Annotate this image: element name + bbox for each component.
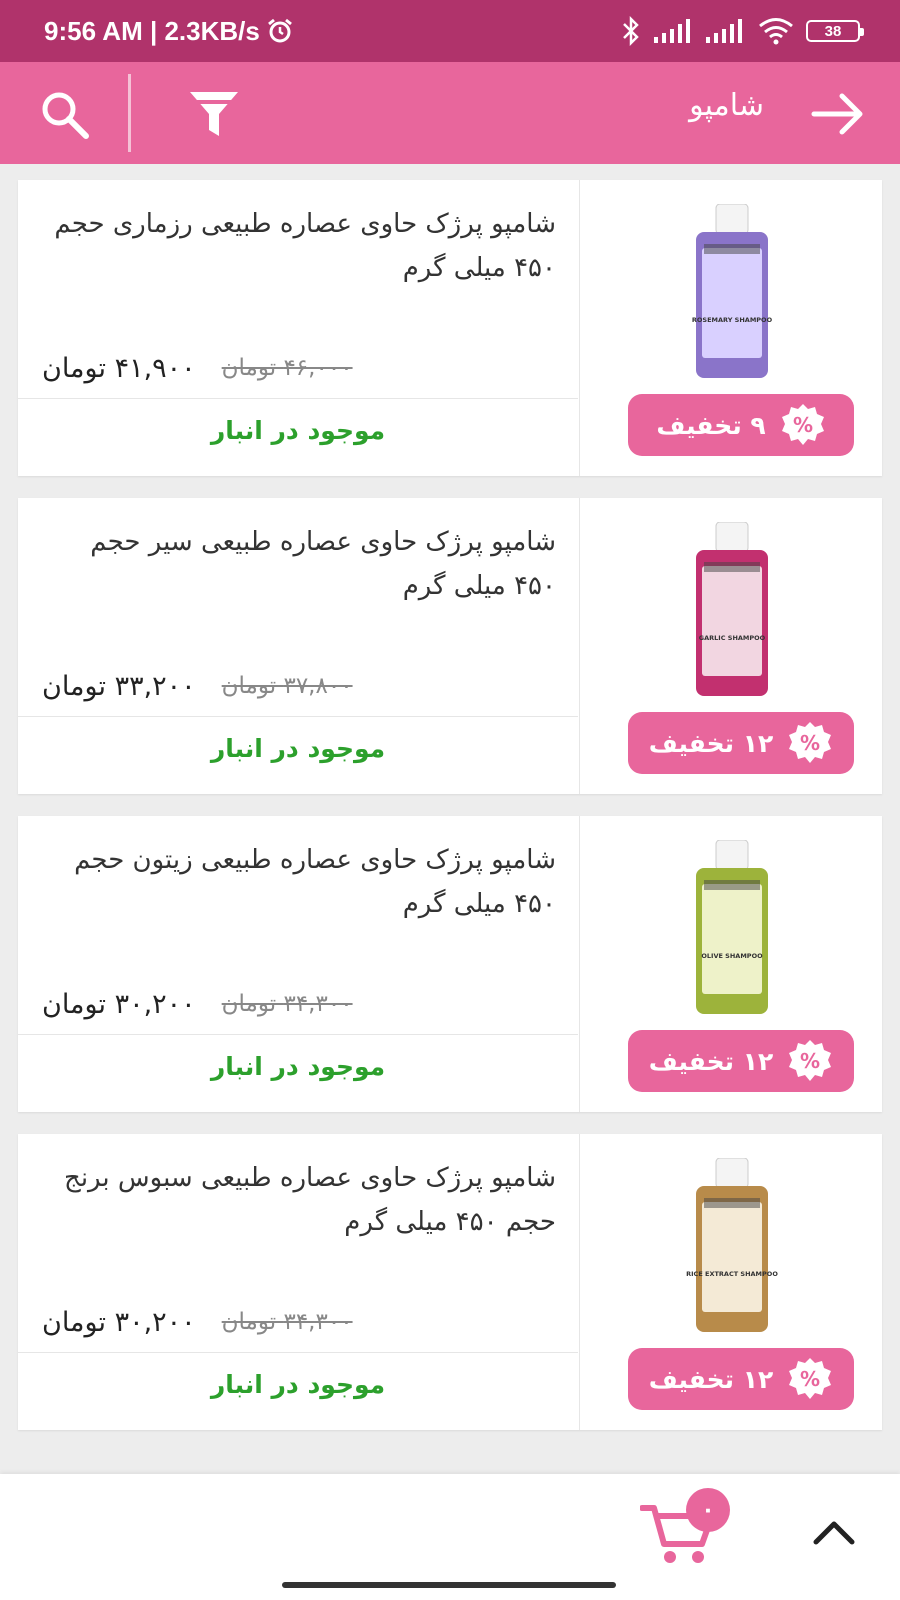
product-media: RICE EXTRACT SHAMPOO % ۱۲ تخفیف (579, 1134, 882, 1430)
svg-text:%: % (800, 731, 820, 755)
svg-text:OLIVE SHAMPOO: OLIVE SHAMPOO (701, 952, 763, 960)
product-info: شامپو پرژک حاوی عصاره طبیعی سبوس برنج حج… (18, 1134, 578, 1430)
signal-icon (654, 19, 690, 43)
product-image[interactable]: OLIVE SHAMPOO (672, 840, 792, 1016)
bottom-bar: ۰ (0, 1474, 900, 1600)
product-media: GARLIC SHAMPOO % ۱۲ تخفیف (579, 498, 882, 794)
product-card[interactable]: شامپو پرژک حاوی عصاره طبیعی سبوس برنج حج… (18, 1134, 882, 1430)
filter-icon[interactable] (186, 86, 242, 142)
divider (18, 1034, 578, 1035)
status-bar: 9:56 AM | 2.3KB/s 38 (0, 0, 900, 62)
status-time: 9:56 AM | 2.3KB/s (44, 15, 260, 46)
product-info: شامپو پرژک حاوی عصاره طبیعی رزماری حجم ۴… (18, 180, 578, 476)
battery-icon: 38 (806, 20, 864, 42)
percent-icon: % (781, 404, 824, 445)
discount-badge: % ۹ تخفیف (628, 394, 854, 456)
product-card[interactable]: شامپو پرژک حاوی عصاره طبیعی سیر حجم ۴۵۰ … (18, 498, 882, 794)
percent-icon: % (789, 1358, 832, 1399)
page-title: شامپو (689, 88, 764, 123)
divider (18, 1352, 578, 1353)
product-title[interactable]: شامپو پرژک حاوی عصاره طبیعی سبوس برنج حج… (46, 1156, 556, 1244)
discount-badge: % ۱۲ تخفیف (628, 1348, 854, 1410)
alarm-icon (267, 18, 292, 43)
svg-text:RICE EXTRACT SHAMPOO: RICE EXTRACT SHAMPOO (686, 1270, 778, 1278)
signal-icon-2 (706, 19, 742, 43)
product-image[interactable]: ROSEMARY SHAMPOO (672, 204, 792, 380)
product-card[interactable]: شامپو پرژک حاوی عصاره طبیعی رزماری حجم ۴… (18, 180, 882, 476)
product-old-price: ۳۴,۳۰۰ تومان (221, 991, 353, 1017)
divider (18, 716, 578, 717)
svg-text:%: % (800, 1049, 820, 1073)
app-toolbar: شامپو (0, 62, 900, 164)
percent-icon: % (789, 1040, 832, 1081)
discount-text: ۱۲ تخفیف (648, 1364, 774, 1394)
product-image[interactable]: RICE EXTRACT SHAMPOO (672, 1158, 792, 1334)
svg-text:ROSEMARY SHAMPOO: ROSEMARY SHAMPOO (692, 316, 773, 324)
price-row: ۴۱,۹۰۰ تومان ۴۶,۰۰۰ تومان (42, 346, 562, 390)
stock-status: موجود در انبار (210, 1052, 386, 1081)
product-media: ROSEMARY SHAMPOO % ۹ تخفیف (579, 180, 882, 476)
cart-count-badge: ۰ (686, 1488, 730, 1532)
stock-status: موجود در انبار (210, 416, 386, 445)
divider (18, 398, 578, 399)
product-price: ۴۱,۹۰۰ تومان (42, 352, 196, 384)
discount-badge: % ۱۲ تخفیف (628, 712, 854, 774)
discount-badge: % ۱۲ تخفیف (628, 1030, 854, 1092)
product-old-price: ۳۴,۳۰۰ تومان (221, 1309, 353, 1335)
discount-text: ۱۲ تخفیف (648, 1046, 774, 1076)
product-list: شامپو پرژک حاوی عصاره طبیعی رزماری حجم ۴… (18, 180, 882, 1452)
back-arrow-icon[interactable] (808, 86, 868, 142)
toolbar-divider (128, 74, 131, 152)
product-price: ۳۰,۲۰۰ تومان (42, 1306, 196, 1338)
discount-text: ۹ تخفیف (656, 410, 766, 440)
discount-text: ۱۲ تخفیف (648, 728, 774, 758)
battery-level: 38 (824, 22, 842, 40)
product-price: ۳۳,۲۰۰ تومان (42, 670, 196, 702)
chevron-up-icon[interactable] (810, 1516, 858, 1548)
wifi-icon (759, 18, 793, 45)
product-old-price: ۳۷,۸۰۰ تومان (221, 673, 353, 699)
svg-text:%: % (793, 413, 813, 437)
home-indicator (282, 1582, 616, 1588)
percent-icon: % (789, 722, 832, 763)
search-icon[interactable] (36, 86, 92, 142)
price-row: ۳۰,۲۰۰ تومان ۳۴,۳۰۰ تومان (42, 982, 562, 1026)
product-price: ۳۰,۲۰۰ تومان (42, 988, 196, 1020)
product-title[interactable]: شامپو پرژک حاوی عصاره طبیعی سیر حجم ۴۵۰ … (46, 520, 556, 608)
price-row: ۳۰,۲۰۰ تومان ۳۴,۳۰۰ تومان (42, 1300, 562, 1344)
svg-text:GARLIC SHAMPOO: GARLIC SHAMPOO (699, 634, 766, 642)
product-title[interactable]: شامپو پرژک حاوی عصاره طبیعی زیتون حجم ۴۵… (46, 838, 556, 926)
product-media: OLIVE SHAMPOO % ۱۲ تخفیف (579, 816, 882, 1112)
product-old-price: ۴۶,۰۰۰ تومان (221, 355, 353, 381)
svg-text:%: % (800, 1367, 820, 1391)
product-title[interactable]: شامپو پرژک حاوی عصاره طبیعی رزماری حجم ۴… (46, 202, 556, 290)
product-card[interactable]: شامپو پرژک حاوی عصاره طبیعی زیتون حجم ۴۵… (18, 816, 882, 1112)
product-image[interactable]: GARLIC SHAMPOO (672, 522, 792, 698)
price-row: ۳۳,۲۰۰ تومان ۳۷,۸۰۰ تومان (42, 664, 562, 708)
bluetooth-icon (623, 16, 639, 46)
product-info: شامپو پرژک حاوی عصاره طبیعی زیتون حجم ۴۵… (18, 816, 578, 1112)
stock-status: موجود در انبار (210, 734, 386, 763)
product-info: شامپو پرژک حاوی عصاره طبیعی سیر حجم ۴۵۰ … (18, 498, 578, 794)
stock-status: موجود در انبار (210, 1370, 386, 1399)
